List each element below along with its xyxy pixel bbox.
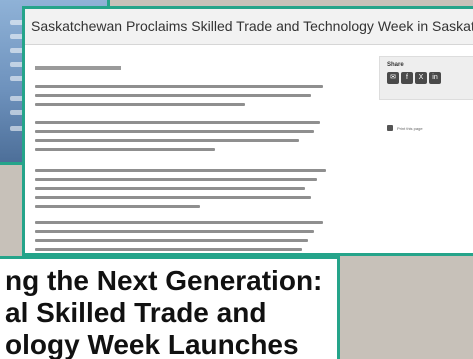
email-icon[interactable]: ✉ xyxy=(387,72,399,84)
banner-line-2: al Skilled Trade and xyxy=(5,297,267,328)
article-header: Saskatchewan Proclaims Skilled Trade and… xyxy=(25,9,473,45)
article-paragraph xyxy=(35,85,335,112)
article-date xyxy=(35,66,121,70)
share-box: Share ✉ f X in xyxy=(379,56,473,100)
x-icon[interactable]: X xyxy=(415,72,427,84)
article-screenshot: Saskatchewan Proclaims Skilled Trade and… xyxy=(22,6,473,256)
article-headline: Saskatchewan Proclaims Skilled Trade and… xyxy=(31,18,473,34)
printer-icon xyxy=(387,125,393,131)
print-link[interactable]: Print this page xyxy=(387,125,423,131)
article-paragraph xyxy=(35,221,335,253)
share-icons: ✉ f X in xyxy=(387,72,467,84)
share-label: Share xyxy=(387,62,404,68)
banner-line-3: ology Week Launches xyxy=(5,329,299,359)
print-label: Print this page xyxy=(397,125,423,131)
article-paragraph xyxy=(35,121,335,157)
article-paragraph xyxy=(35,169,335,214)
banner-line-1: ng the Next Generation: xyxy=(5,265,323,296)
facebook-icon[interactable]: f xyxy=(401,72,413,84)
linkedin-icon[interactable]: in xyxy=(429,72,441,84)
headline-banner: ng the Next Generation: al Skilled Trade… xyxy=(0,256,340,359)
